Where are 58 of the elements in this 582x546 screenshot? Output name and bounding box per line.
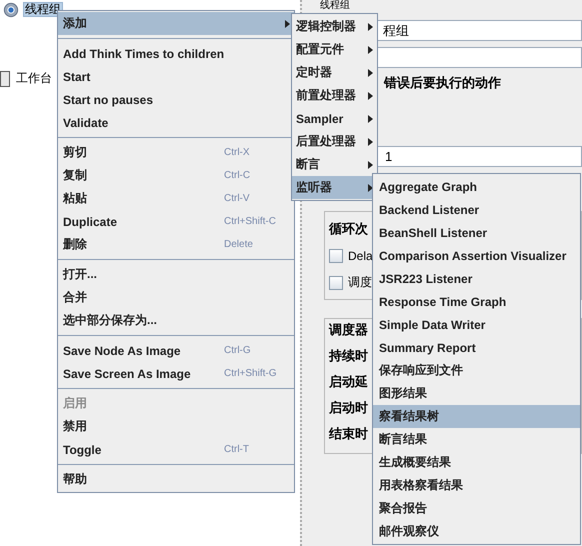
menu-item[interactable]: Comparison Assertion Visualizer: [373, 244, 580, 267]
menu-item[interactable]: Simple Data Writer: [373, 313, 580, 336]
menu-item[interactable]: 前置处理器: [292, 84, 377, 107]
menu-item[interactable]: Toggle Ctrl-T: [58, 438, 294, 461]
checkbox-label: 调度: [348, 274, 372, 291]
menu-item[interactable]: 合并: [58, 286, 294, 309]
menu-item[interactable]: 打开...: [58, 263, 294, 286]
menu-item[interactable]: 剪切 Ctrl-X: [58, 141, 294, 164]
menu-item[interactable]: 添加: [58, 12, 294, 35]
menu-item[interactable]: 配置元件: [292, 38, 377, 61]
menu-item[interactable]: BeanShell Listener: [373, 221, 580, 244]
tree-node[interactable]: 工作台: [14, 71, 54, 86]
field-label: 启动延: [329, 373, 368, 391]
checkbox[interactable]: [329, 276, 343, 290]
menu-item[interactable]: Response Time Graph: [373, 290, 580, 313]
caret-icon: [368, 114, 373, 122]
menu-item[interactable]: 聚合报告: [373, 497, 580, 520]
menu-item[interactable]: 察看结果树: [373, 405, 580, 428]
menu-item[interactable]: 定时器: [292, 61, 377, 84]
menu-item[interactable]: 粘贴 Ctrl-V: [58, 187, 294, 210]
section-title: 错误后要执行的动作: [384, 74, 501, 92]
field-label: 启动时: [329, 399, 368, 417]
menu-item[interactable]: 禁用: [58, 415, 294, 438]
panel-title: 线程组: [320, 0, 350, 12]
workbench-icon: [0, 70, 10, 86]
field-label: 持续时: [329, 347, 368, 365]
section-title: 调度器: [329, 321, 368, 339]
caret-icon: [368, 138, 373, 146]
menu-item[interactable]: Start no pauses: [58, 88, 294, 111]
menu-item[interactable]: Duplicate Ctrl+Shift-C: [58, 210, 294, 233]
loop-label: 循环次: [329, 220, 368, 238]
menu-item[interactable]: Backend Listener: [373, 198, 580, 221]
menu-item[interactable]: Save Screen As Image Ctrl+Shift-G: [58, 362, 294, 385]
menu-item[interactable]: 断言结果: [373, 428, 580, 451]
menu-item[interactable]: Save Node As Image Ctrl-G: [58, 339, 294, 362]
menu-item[interactable]: 选中部分保存为...: [58, 309, 294, 332]
menu-item[interactable]: Start: [58, 65, 294, 88]
menu-item[interactable]: Add Think Times to children: [58, 42, 294, 65]
menu-item[interactable]: JSR223 Listener: [373, 267, 580, 290]
menu-item[interactable]: Summary Report: [373, 336, 580, 359]
checkbox-label: Dela: [348, 249, 373, 263]
caret-icon: [368, 160, 373, 168]
menu-item[interactable]: Sampler: [292, 107, 377, 130]
caret-icon: [368, 46, 373, 54]
menu-item[interactable]: Validate: [58, 111, 294, 134]
menu-item[interactable]: 删除 Delete: [58, 233, 294, 256]
menu-item[interactable]: 复制 Ctrl-C: [58, 164, 294, 187]
caret-icon: [368, 92, 373, 100]
caret-icon: [368, 22, 373, 30]
caret-icon: [368, 68, 373, 76]
menu-item[interactable]: 邮件观察仪: [373, 520, 580, 543]
menu-item[interactable]: 用表格察看结果: [373, 474, 580, 497]
field-label: 结束时: [329, 425, 368, 443]
menu-item[interactable]: 图形结果: [373, 382, 580, 405]
menu-item[interactable]: 生成概要结果: [373, 451, 580, 474]
menu-item[interactable]: 帮助: [58, 468, 294, 491]
checkbox[interactable]: [329, 249, 343, 263]
menu-item[interactable]: 保存响应到文件: [373, 359, 580, 382]
